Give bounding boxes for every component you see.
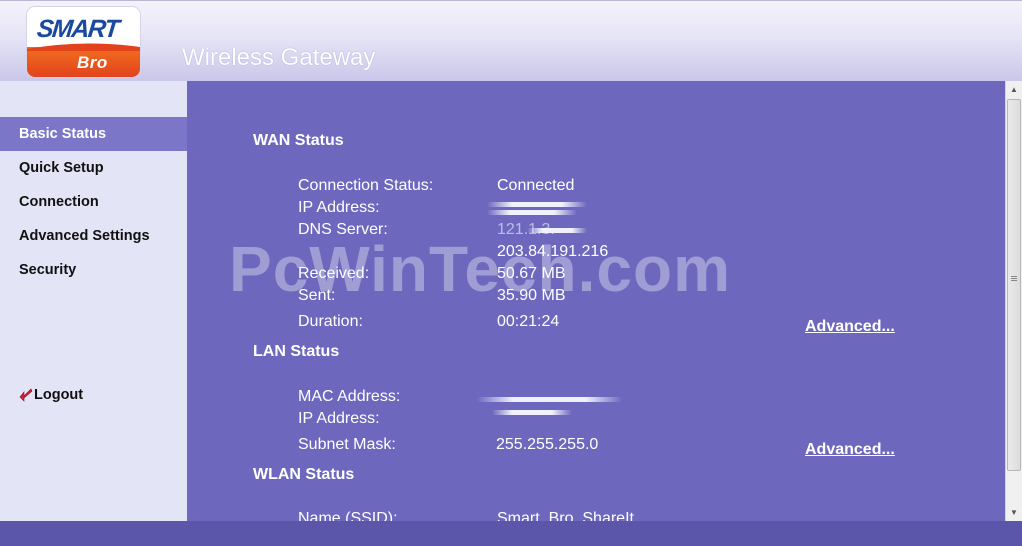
sidebar: Basic Status Quick Setup Connection Adva…	[0, 81, 187, 521]
red-arrow-icon	[19, 388, 33, 402]
lan-status-title: LAN Status	[253, 343, 340, 360]
wlan-status-title: WLAN Status	[253, 466, 355, 483]
wan-sent-value: 35.90 MB	[497, 287, 566, 304]
logout-link[interactable]: Logout	[19, 387, 83, 403]
sidebar-item-security[interactable]: Security	[0, 253, 187, 287]
wan-advanced-link[interactable]: Advanced...	[805, 318, 895, 336]
wlan-ssid-label: Name (SSID):	[298, 510, 398, 521]
smart-bro-logo: SMART Bro	[27, 7, 140, 77]
main-content: WAN Status Connection Status: Connected …	[187, 81, 1005, 521]
lan-subnet-label: Subnet Mask:	[298, 436, 396, 453]
lan-mac-masked	[477, 397, 622, 402]
wan-ip-label: IP Address:	[298, 199, 380, 216]
sidebar-item-connection[interactable]: Connection	[0, 185, 187, 219]
wan-sent-label: Sent:	[298, 287, 336, 304]
wan-status-title: WAN Status	[253, 132, 344, 149]
scrollbar-thumb[interactable]	[1007, 99, 1021, 471]
wan-connection-status-value: Connected	[497, 177, 575, 194]
footer-bar	[0, 521, 1022, 546]
wlan-ssid-value: Smart_Bro_ShareIt	[497, 510, 634, 521]
wan-duration-value: 00:21:24	[497, 313, 560, 330]
lan-mac-label: MAC Address:	[298, 388, 401, 405]
lan-advanced-link[interactable]: Advanced...	[805, 441, 895, 459]
sidebar-item-basic-status[interactable]: Basic Status	[0, 117, 187, 151]
wan-duration-label: Duration:	[298, 313, 363, 330]
scroll-up-arrow-icon[interactable]: ▲	[1006, 81, 1022, 98]
wan-dns-secondary: 203.84.191.216	[497, 243, 609, 260]
lan-ip-masked	[492, 410, 572, 415]
lan-subnet-value: 255.255.255.0	[496, 436, 599, 453]
wan-ip-masked-2	[487, 210, 577, 215]
lan-ip-label: IP Address:	[298, 410, 380, 427]
logo-text-smart: SMART	[35, 15, 120, 43]
sidebar-item-quick-setup[interactable]: Quick Setup	[0, 151, 187, 185]
sidebar-item-advanced-settings[interactable]: Advanced Settings	[0, 219, 187, 253]
wan-received-label: Received:	[298, 265, 370, 282]
wan-dns-label: DNS Server:	[298, 221, 388, 238]
header: SMART Bro Wireless Gateway	[0, 0, 1022, 82]
logout-label: Logout	[34, 387, 84, 403]
wan-ip-masked	[487, 202, 587, 207]
logo-text-bro: Bro	[77, 53, 108, 72]
vertical-scrollbar[interactable]: ▲ ▼	[1005, 81, 1022, 521]
wan-received-value: 50.67 MB	[497, 265, 566, 282]
app-title: Wireless Gateway	[182, 44, 376, 71]
wan-dns-masked	[527, 228, 587, 233]
wan-connection-status-label: Connection Status:	[298, 177, 434, 194]
scroll-down-arrow-icon[interactable]: ▼	[1006, 504, 1022, 521]
